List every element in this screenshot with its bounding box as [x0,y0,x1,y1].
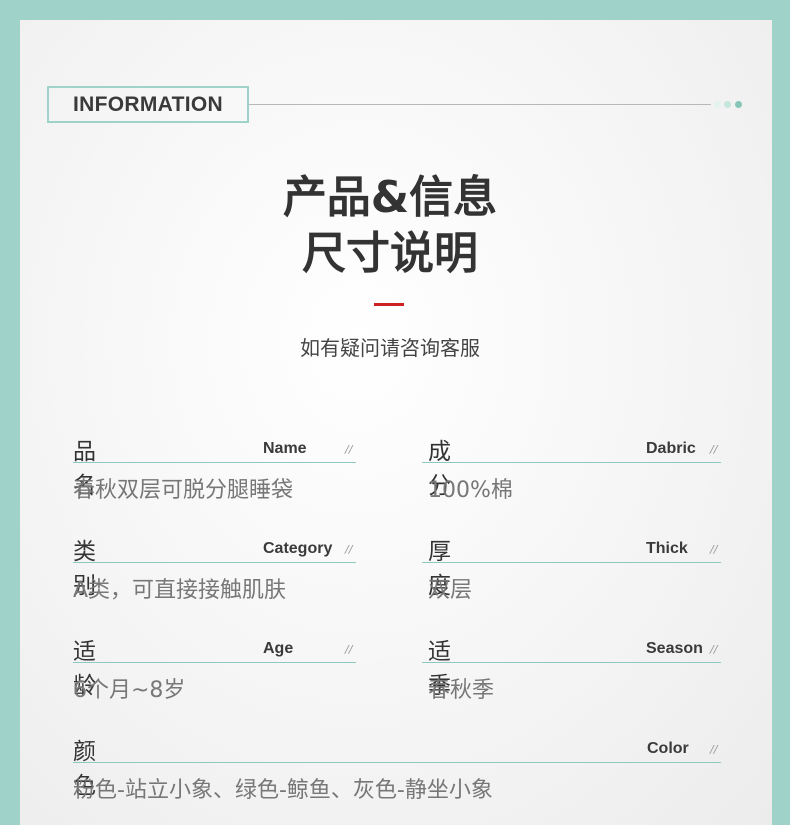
field-en-label: Category [263,540,333,557]
dot-decor-3 [735,101,742,108]
field-underline [73,762,721,763]
slash-decor: // [710,543,718,556]
field-value: 6个月~8岁 [73,678,186,703]
slash-decor: // [345,443,353,456]
slash-decor: // [710,743,718,756]
field-en-label: Dabric [646,440,696,457]
field-value: 双层 [428,578,473,603]
field-en-label: Name [263,440,307,457]
slash-decor: // [710,643,718,656]
field-en-label: Color [647,740,689,757]
page-title-line1: 产品&信息 [282,172,498,223]
field-underline [73,562,356,563]
field-value: 100%棉 [428,478,513,503]
field-en-label: Thick [646,540,688,557]
slash-decor: // [345,643,353,656]
field-en-label: Age [263,640,294,657]
field-value: A类，可直接接触肌肤 [73,578,287,603]
field-value: 春秋季 [428,678,495,703]
field-underline [422,662,721,663]
slash-decor: // [345,543,353,556]
field-en-label: Season [646,640,703,657]
information-badge: INFORMATION [47,86,249,123]
slash-decor: // [710,443,718,456]
header-divider [249,104,711,105]
field-value: 春秋双层可脱分腿睡袋 [73,478,294,503]
field-value: 粉色-站立小象、绿色-鲸鱼、灰色-静坐小象 [73,778,493,803]
dot-decor-2 [724,101,731,108]
field-underline [73,462,356,463]
field-underline [422,462,721,463]
page-subtitle: 如有疑问请咨询客服 [300,336,480,360]
field-underline [73,662,356,663]
page-title-line2: 尺寸说明 [302,228,478,279]
field-underline [422,562,721,563]
info-card: INFORMATION 产品&信息 尺寸说明 如有疑问请咨询客服 品名 Name… [20,20,772,825]
title-accent-bar [374,303,404,306]
dot-decor-1 [714,101,721,108]
